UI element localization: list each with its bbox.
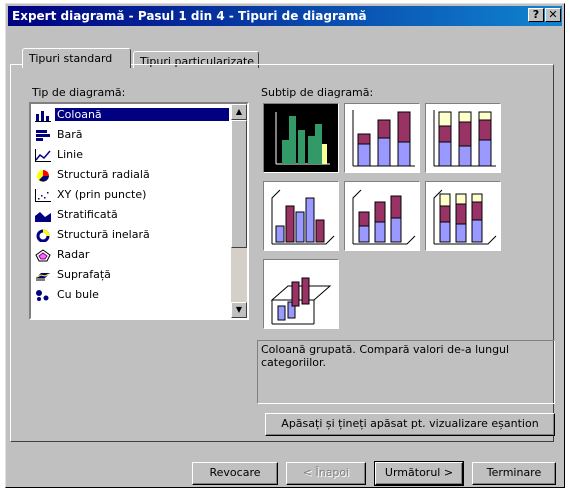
list-item-radar[interactable]: Radar xyxy=(33,245,233,265)
list-item-label: Structură inelară xyxy=(57,228,150,241)
list-item-label: Cu bule xyxy=(57,288,99,301)
list-item-bar[interactable]: Bară xyxy=(33,125,233,145)
subtype-100-stacked-column[interactable] xyxy=(425,103,501,173)
surface-chart-icon xyxy=(36,273,50,281)
area-chart-icon xyxy=(35,212,51,222)
subtype-clustered-column[interactable] xyxy=(263,103,339,173)
list-item-surface[interactable]: Suprafață xyxy=(33,265,233,285)
subtype-stacked-column[interactable] xyxy=(344,103,420,173)
list-item-label: Suprafață xyxy=(57,268,111,281)
100-stacked-column-thumbnail xyxy=(433,110,496,167)
list-item-label: Stratificată xyxy=(57,208,118,221)
dialog-title: Expert diagramă - Pasul 1 din 4 - Tipuri… xyxy=(12,9,367,23)
line-chart-icon xyxy=(35,149,51,162)
close-button[interactable]: ✕ xyxy=(545,8,561,22)
chart-type-list[interactable]: Coloană Bară Linie Structură radială XY … xyxy=(29,102,249,320)
list-item-area[interactable]: Stratificată xyxy=(33,205,233,225)
scroll-down-button[interactable]: ▼ xyxy=(231,302,247,318)
finish-button[interactable]: Terminare xyxy=(472,462,556,485)
list-item-label: Coloană xyxy=(55,108,229,121)
3d-column-thumbnail xyxy=(270,277,332,325)
title-bar: Expert diagramă - Pasul 1 din 4 - Tipuri… xyxy=(8,6,562,26)
tab-join xyxy=(23,66,130,68)
tab-standard-types[interactable]: Tipuri standard xyxy=(22,48,131,68)
subtype-3d-clustered-column[interactable] xyxy=(263,181,339,251)
list-item-label: Linie xyxy=(57,148,83,161)
list-item-column[interactable]: Coloană xyxy=(33,105,233,125)
list-item-line[interactable]: Linie xyxy=(33,145,233,165)
help-button[interactable]: ? xyxy=(528,8,544,22)
radar-chart-icon xyxy=(35,249,51,262)
clustered-column-thumbnail xyxy=(275,112,330,165)
pie-chart-icon xyxy=(37,170,49,182)
cancel-button[interactable]: Revocare xyxy=(192,462,278,485)
subtype-grid xyxy=(258,103,542,329)
description-text: Coloană grupată. Compară valori de-a lun… xyxy=(261,343,510,369)
scroll-up-button[interactable]: ▲ xyxy=(231,104,247,120)
next-button[interactable]: Următorul > xyxy=(374,461,464,486)
3d-stacked-column-thumbnail xyxy=(352,189,416,245)
subtype-3d-stacked-column[interactable] xyxy=(344,181,420,251)
list-item-label: Radar xyxy=(57,248,90,261)
subtype-3d-100-stacked-column[interactable] xyxy=(425,181,501,251)
stacked-column-thumbnail xyxy=(352,110,415,167)
subtype-description: Coloană grupată. Compară valori de-a lun… xyxy=(257,340,555,404)
tab-standard-types-label: Tipuri standard xyxy=(29,52,113,65)
list-item-scatter[interactable]: XY (prin puncte) xyxy=(33,185,233,205)
bar-chart-icon xyxy=(36,130,50,141)
list-item-pie[interactable]: Structură radială xyxy=(33,165,233,185)
bubble-chart-icon xyxy=(36,290,49,301)
list-item-label: Structură radială xyxy=(57,168,150,181)
subtype-label: Subtip de diagramă: xyxy=(261,86,374,99)
back-button[interactable]: < Înapoi xyxy=(286,462,366,485)
chart-type-label: Tip de diagramă: xyxy=(32,86,126,99)
list-item-bubble[interactable]: Cu bule xyxy=(33,285,233,305)
list-item-doughnut[interactable]: Structură inelară xyxy=(33,225,233,245)
3d-clustered-column-thumbnail xyxy=(271,189,335,245)
column-chart-icon xyxy=(35,111,51,122)
doughnut-chart-icon xyxy=(36,229,50,242)
scroll-thumb[interactable] xyxy=(231,120,247,248)
preview-sample-button[interactable]: Apăsați și țineți apăsat pt. vizualizare… xyxy=(265,413,555,436)
subtype-3d-column[interactable] xyxy=(263,259,339,329)
3d-100-stacked-column-thumbnail xyxy=(433,189,497,245)
list-item-label: Bară xyxy=(57,128,83,141)
list-scrollbar[interactable]: ▲ ▼ xyxy=(231,104,247,318)
scatter-chart-icon xyxy=(35,189,51,202)
list-item-label: XY (prin puncte) xyxy=(57,188,147,201)
